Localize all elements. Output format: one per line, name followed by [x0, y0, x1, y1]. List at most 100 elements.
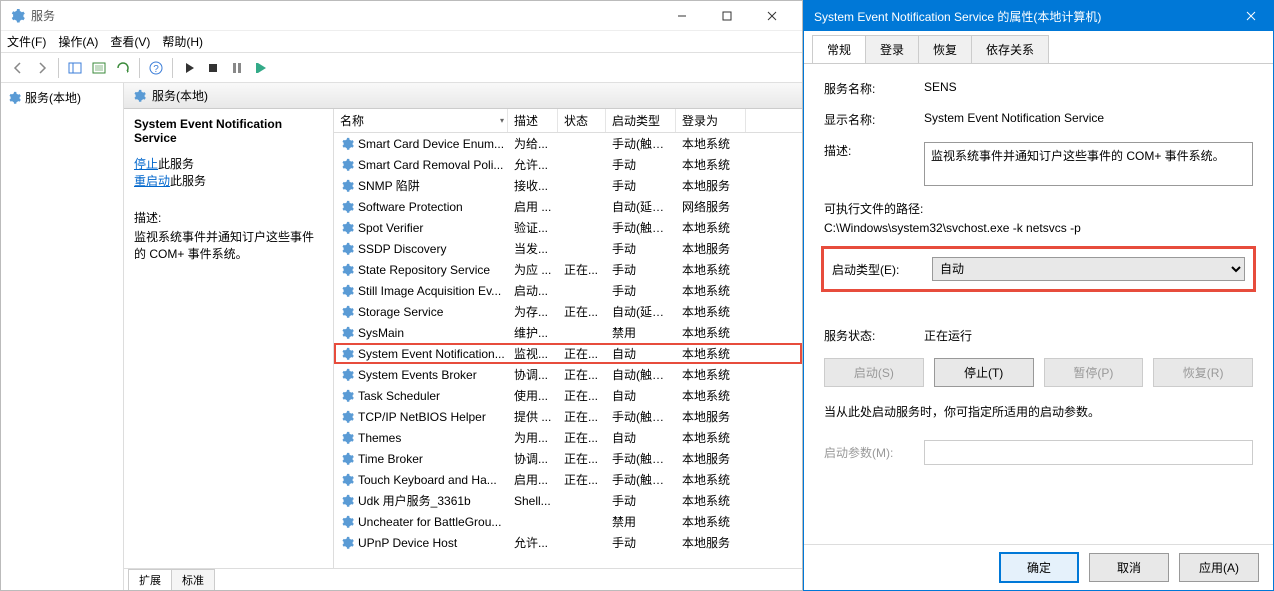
tab-standard[interactable]: 标准 — [171, 569, 215, 590]
svc-name-value: SENS — [924, 80, 1253, 94]
restart-link[interactable]: 重启动 — [134, 174, 170, 188]
menu-action[interactable]: 操作(A) — [58, 33, 98, 50]
apply-button[interactable]: 应用(A) — [1179, 553, 1259, 582]
export-button[interactable] — [88, 57, 110, 79]
menu-view[interactable]: 查看(V) — [110, 33, 150, 50]
table-row[interactable]: SSDP Discovery当发...手动本地服务 — [334, 238, 802, 259]
forward-button[interactable] — [31, 57, 53, 79]
menu-file[interactable]: 文件(F) — [7, 33, 46, 50]
table-row[interactable]: TCP/IP NetBIOS Helper提供 ...正在...手动(触发...… — [334, 406, 802, 427]
param-label: 启动参数(M): — [824, 444, 924, 461]
table-row[interactable]: Storage Service为存...正在...自动(延迟...本地系统 — [334, 301, 802, 322]
table-row[interactable]: Touch Keyboard and Ha...启用...正在...手动(触发.… — [334, 469, 802, 490]
tab-extended[interactable]: 扩展 — [128, 569, 172, 590]
gear-icon — [340, 536, 354, 550]
gear-icon — [340, 515, 354, 529]
startup-type-select[interactable]: 自动 — [932, 257, 1245, 281]
col-logon[interactable]: 登录为 — [676, 109, 746, 132]
gear-icon — [340, 347, 354, 361]
stop-button[interactable] — [202, 57, 224, 79]
gear-icon — [340, 431, 354, 445]
table-row[interactable]: Smart Card Removal Poli...允许...手动本地系统 — [334, 154, 802, 175]
hint-text: 当从此处启动服务时，你可指定所适用的启动参数。 — [824, 403, 1253, 420]
list-body[interactable]: Smart Card Device Enum...为给...手动(触发...本地… — [334, 133, 802, 568]
table-row[interactable]: Spot Verifier验证...手动(触发...本地系统 — [334, 217, 802, 238]
gear-icon — [340, 158, 354, 172]
table-row[interactable]: SNMP 陷阱接收...手动本地服务 — [334, 175, 802, 196]
minimize-button[interactable] — [659, 1, 704, 31]
dialog-close-button[interactable] — [1228, 1, 1273, 31]
tab-logon[interactable]: 登录 — [865, 35, 919, 64]
table-row[interactable]: Udk 用户服务_3361bShell...手动本地系统 — [334, 490, 802, 511]
desc-label: 描述: — [134, 209, 323, 226]
gear-icon — [132, 89, 146, 103]
gear-icon — [340, 473, 354, 487]
gear-icon — [340, 452, 354, 466]
table-row[interactable]: Uncheater for BattleGrou...禁用本地系统 — [334, 511, 802, 532]
play-button[interactable] — [178, 57, 200, 79]
table-row[interactable]: Time Broker协调...正在...手动(触发...本地服务 — [334, 448, 802, 469]
gear-icon — [340, 263, 354, 277]
titlebar: 服务 — [1, 1, 802, 31]
menu-help[interactable]: 帮助(H) — [162, 33, 203, 50]
pause-button[interactable] — [226, 57, 248, 79]
tab-recovery[interactable]: 恢复 — [918, 35, 972, 64]
col-name[interactable]: 名称▾ — [334, 109, 508, 132]
status-value: 正在运行 — [924, 327, 1253, 344]
table-row[interactable]: SysMain维护...禁用本地系统 — [334, 322, 802, 343]
table-row[interactable]: Software Protection启用 ...自动(延迟...网络服务 — [334, 196, 802, 217]
chevron-down-icon[interactable]: ▾ — [500, 116, 504, 125]
bottom-tabs: 扩展 标准 — [124, 568, 802, 590]
help-button[interactable]: ? — [145, 57, 167, 79]
tab-dependencies[interactable]: 依存关系 — [971, 35, 1049, 64]
table-row[interactable]: Smart Card Device Enum...为给...手动(触发...本地… — [334, 133, 802, 154]
table-row[interactable]: System Events Broker协调...正在...自动(触发...本地… — [334, 364, 802, 385]
table-row[interactable]: Themes为用...正在...自动本地系统 — [334, 427, 802, 448]
gear-icon — [340, 305, 354, 319]
tree-root-item[interactable]: 服务(本地) — [5, 87, 119, 108]
services-window: 服务 文件(F) 操作(A) 查看(V) 帮助(H) ? 服务(本地) — [0, 0, 803, 591]
content-header-label: 服务(本地) — [152, 87, 208, 104]
detail-pane: System Event Notification Service 停止此服务 … — [124, 109, 334, 568]
desc-box[interactable]: 监视系统事件并通知订户这些事件的 COM+ 事件系统。 — [924, 142, 1253, 186]
gear-icon — [7, 91, 21, 105]
tab-general[interactable]: 常规 — [812, 35, 866, 64]
col-status[interactable]: 状态 — [558, 109, 606, 132]
properties-dialog: System Event Notification Service 的属性(本地… — [803, 0, 1274, 591]
exe-path: C:\Windows\system32\svchost.exe -k netsv… — [824, 221, 1253, 235]
show-hide-button[interactable] — [64, 57, 86, 79]
svc-name-label: 服务名称: — [824, 80, 924, 97]
gear-icon — [340, 389, 354, 403]
svg-text:?: ? — [153, 64, 159, 75]
gear-icon — [340, 284, 354, 298]
refresh-button[interactable] — [112, 57, 134, 79]
gear-icon — [340, 200, 354, 214]
cancel-button[interactable]: 取消 — [1089, 553, 1169, 582]
dialog-titlebar: System Event Notification Service 的属性(本地… — [804, 1, 1273, 31]
back-button[interactable] — [7, 57, 29, 79]
maximize-button[interactable] — [704, 1, 749, 31]
table-row[interactable]: UPnP Device Host允许...手动本地服务 — [334, 532, 802, 553]
desc-text: 监视系统事件并通知订户这些事件的 COM+ 事件系统。 — [134, 228, 323, 262]
ok-button[interactable]: 确定 — [999, 552, 1079, 583]
close-button[interactable] — [749, 1, 794, 31]
table-row[interactable]: System Event Notification...监视...正在...自动… — [334, 343, 802, 364]
dialog-tabs: 常规 登录 恢复 依存关系 — [804, 31, 1273, 64]
window-title: 服务 — [31, 7, 659, 24]
restart-button[interactable] — [250, 57, 272, 79]
startup-label: 启动类型(E): — [832, 261, 932, 278]
content-header: 服务(本地) — [124, 83, 802, 109]
col-desc[interactable]: 描述 — [508, 109, 558, 132]
table-row[interactable]: State Repository Service为应 ...正在...手动本地系… — [334, 259, 802, 280]
gear-icon — [340, 137, 354, 151]
col-startup[interactable]: 启动类型 — [606, 109, 676, 132]
stop-button[interactable]: 停止(T) — [934, 358, 1034, 387]
table-row[interactable]: Still Image Acquisition Ev...启动...手动本地系统 — [334, 280, 802, 301]
dialog-buttons: 确定 取消 应用(A) — [804, 544, 1273, 590]
table-row[interactable]: Task Scheduler使用...正在...自动本地系统 — [334, 385, 802, 406]
gear-icon — [340, 326, 354, 340]
stop-link[interactable]: 停止 — [134, 157, 158, 171]
pause-button: 暂停(P) — [1044, 358, 1144, 387]
list-header: 名称▾ 描述 状态 启动类型 登录为 — [334, 109, 802, 133]
desc-label: 描述: — [824, 142, 924, 159]
